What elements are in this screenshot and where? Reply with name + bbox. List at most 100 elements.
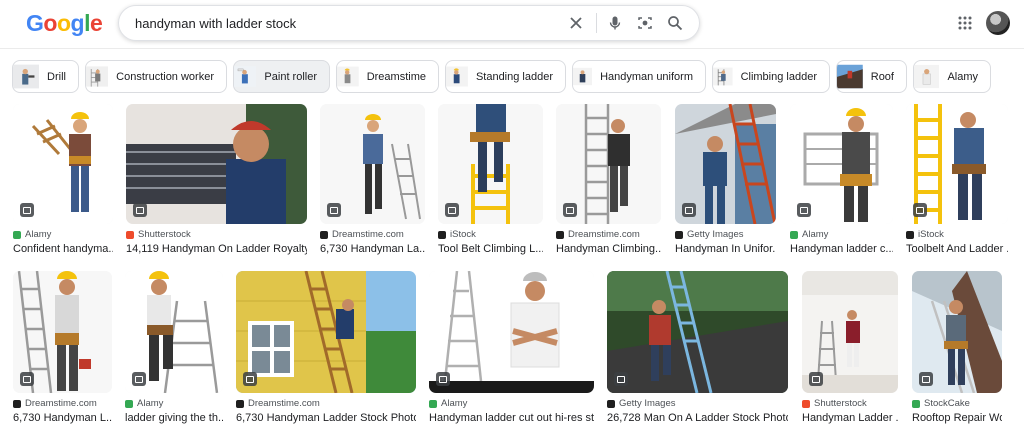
result-source[interactable]: Shutterstock bbox=[126, 229, 307, 240]
result-title[interactable]: 14,119 Handyman On Ladder Royalty-... bbox=[126, 243, 307, 255]
image-result[interactable]: Getty Images 26,728 Man On A Ladder Stoc… bbox=[607, 271, 788, 424]
apps-grid-icon[interactable] bbox=[954, 12, 976, 34]
source-name: Dreamstime.com bbox=[332, 229, 404, 240]
close-icon[interactable] bbox=[562, 9, 590, 37]
result-source[interactable]: Alamy bbox=[125, 398, 223, 409]
result-source[interactable]: Shutterstock bbox=[802, 398, 898, 409]
result-title[interactable]: Handyman Ladder ... bbox=[802, 412, 898, 424]
logo-letter: o bbox=[56, 10, 71, 36]
result-thumbnail[interactable] bbox=[125, 271, 223, 393]
result-thumbnail[interactable] bbox=[320, 104, 425, 224]
chip-label: Roof bbox=[870, 70, 894, 83]
result-title[interactable]: Handyman Climbing... bbox=[556, 243, 661, 255]
google-logo[interactable]: Google bbox=[26, 10, 103, 37]
result-thumbnail[interactable] bbox=[675, 104, 776, 224]
source-favicon bbox=[790, 230, 798, 239]
image-badge-icon bbox=[20, 372, 34, 386]
result-title[interactable]: 6,730 Handyman L... bbox=[13, 412, 112, 424]
chip-label: Handyman uniform bbox=[600, 70, 693, 83]
result-source[interactable]: Dreamstime.com bbox=[236, 398, 416, 409]
source-name: Alamy bbox=[25, 229, 52, 240]
chip-thumbnail bbox=[837, 61, 863, 92]
result-title[interactable]: 6,730 Handyman La... bbox=[320, 243, 425, 255]
result-source[interactable]: Alamy bbox=[790, 229, 893, 240]
result-source[interactable]: StockCake bbox=[912, 398, 1002, 409]
image-result[interactable]: StockCake Rooftop Repair Wo... bbox=[912, 271, 1002, 424]
result-thumbnail[interactable] bbox=[906, 104, 1008, 224]
source-name: Dreamstime.com bbox=[568, 229, 640, 240]
microphone-icon[interactable] bbox=[601, 9, 629, 37]
image-result[interactable]: Dreamstime.com 6,730 Handyman L... bbox=[13, 271, 112, 424]
image-result[interactable]: Dreamstime.com Handyman Climbing... bbox=[556, 104, 661, 255]
chip-climbing-ladder[interactable]: Climbing ladder bbox=[712, 60, 830, 93]
image-badge-icon bbox=[682, 203, 696, 217]
source-name: Shutterstock bbox=[138, 229, 191, 240]
result-thumbnail[interactable] bbox=[802, 271, 898, 393]
result-title[interactable]: Toolbelt And Ladder ... bbox=[906, 243, 1008, 255]
result-source[interactable]: Getty Images bbox=[607, 398, 788, 409]
chip-roof[interactable]: Roof bbox=[836, 60, 907, 93]
image-result[interactable]: Alamy Handyman ladder c... bbox=[790, 104, 893, 255]
search-icon[interactable] bbox=[661, 9, 689, 37]
chip-drill[interactable]: Drill bbox=[12, 60, 79, 93]
result-title[interactable]: Handyman ladder cut out hi-res st... bbox=[429, 412, 594, 424]
result-title[interactable]: Handyman ladder c... bbox=[790, 243, 893, 255]
image-result[interactable]: Alamy Handyman ladder cut out hi-res st.… bbox=[429, 271, 594, 424]
result-source[interactable]: Dreamstime.com bbox=[556, 229, 661, 240]
result-thumbnail[interactable] bbox=[438, 104, 543, 224]
search-box[interactable]: handyman with ladder stock bbox=[118, 5, 700, 41]
chip-construction-worker[interactable]: Construction worker bbox=[85, 60, 227, 93]
chip-alamy[interactable]: Alamy bbox=[913, 60, 991, 93]
chip-handyman-uniform[interactable]: Handyman uniform bbox=[572, 60, 706, 93]
search-input[interactable]: handyman with ladder stock bbox=[135, 16, 562, 31]
result-thumbnail[interactable] bbox=[607, 271, 788, 393]
source-name: Dreamstime.com bbox=[248, 398, 320, 409]
result-thumbnail[interactable] bbox=[790, 104, 893, 224]
image-result[interactable]: Alamy Confident handyma... bbox=[13, 104, 113, 255]
result-thumbnail[interactable] bbox=[556, 104, 661, 224]
image-result[interactable]: Shutterstock Handyman Ladder ... bbox=[802, 271, 898, 424]
chip-paint-roller[interactable]: Paint roller bbox=[233, 60, 330, 93]
source-favicon bbox=[607, 399, 615, 408]
source-favicon bbox=[438, 230, 446, 239]
result-title[interactable]: Tool Belt Climbing L... bbox=[438, 243, 543, 255]
result-thumbnail[interactable] bbox=[912, 271, 1002, 393]
result-source[interactable]: Alamy bbox=[13, 229, 113, 240]
result-title[interactable]: Handyman In Unifor... bbox=[675, 243, 776, 255]
chip-thumbnail bbox=[713, 61, 733, 92]
account-avatar[interactable] bbox=[986, 11, 1010, 35]
result-thumbnail[interactable] bbox=[429, 271, 594, 393]
image-result[interactable]: Getty Images Handyman In Unifor... bbox=[675, 104, 776, 255]
result-title[interactable]: Confident handyma... bbox=[13, 243, 113, 255]
image-result[interactable]: iStock Toolbelt And Ladder ... bbox=[906, 104, 1008, 255]
chip-thumbnail bbox=[13, 61, 40, 92]
source-name: Alamy bbox=[802, 229, 829, 240]
result-title[interactable]: Rooftop Repair Wo... bbox=[912, 412, 1002, 424]
result-thumbnail[interactable] bbox=[236, 271, 416, 393]
result-thumbnail[interactable] bbox=[13, 271, 112, 393]
image-result[interactable]: Dreamstime.com 6,730 Handyman La... bbox=[320, 104, 425, 255]
result-source[interactable]: iStock bbox=[438, 229, 543, 240]
source-favicon bbox=[906, 230, 914, 239]
result-source[interactable]: iStock bbox=[906, 229, 1008, 240]
result-thumbnail[interactable] bbox=[126, 104, 307, 224]
result-source[interactable]: Getty Images bbox=[675, 229, 776, 240]
result-title[interactable]: 6,730 Handyman Ladder Stock Photo... bbox=[236, 412, 416, 424]
chip-thumbnail bbox=[337, 61, 359, 92]
image-result[interactable]: iStock Tool Belt Climbing L... bbox=[438, 104, 543, 255]
image-result[interactable]: Shutterstock 14,119 Handyman On Ladder R… bbox=[126, 104, 307, 255]
result-source[interactable]: Dreamstime.com bbox=[13, 398, 112, 409]
image-result[interactable]: Alamy ladder giving the th... bbox=[125, 271, 223, 424]
lens-camera-icon[interactable] bbox=[631, 9, 659, 37]
image-result[interactable]: Dreamstime.com 6,730 Handyman Ladder Sto… bbox=[236, 271, 416, 424]
chip-standing-ladder[interactable]: Standing ladder bbox=[445, 60, 566, 93]
result-title[interactable]: ladder giving the th... bbox=[125, 412, 223, 424]
source-name: Shutterstock bbox=[814, 398, 867, 409]
result-source[interactable]: Alamy bbox=[429, 398, 594, 409]
source-favicon bbox=[556, 230, 564, 239]
result-thumbnail[interactable] bbox=[13, 104, 113, 224]
chip-dreamstime[interactable]: Dreamstime bbox=[336, 60, 439, 93]
result-source[interactable]: Dreamstime.com bbox=[320, 229, 425, 240]
result-title[interactable]: 26,728 Man On A Ladder Stock Photo... bbox=[607, 412, 788, 424]
source-name: Alamy bbox=[137, 398, 164, 409]
